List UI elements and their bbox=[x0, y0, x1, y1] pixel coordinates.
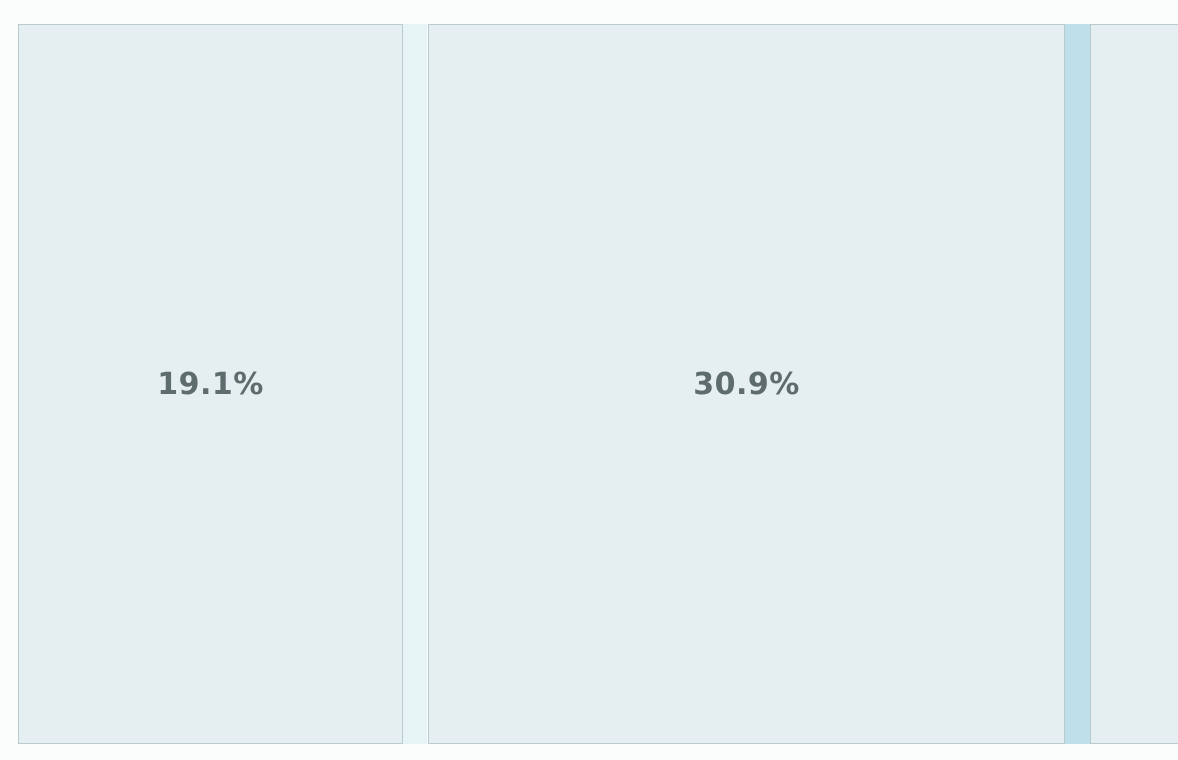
split-gutter-2[interactable] bbox=[1065, 24, 1090, 744]
pane-size-label: 30.9% bbox=[693, 366, 800, 402]
split-pane-2: 30.9% bbox=[428, 24, 1065, 744]
split-gutter-1[interactable] bbox=[403, 24, 427, 744]
split-pane-1: 19.1% bbox=[18, 24, 403, 744]
pane-size-label: 19.1% bbox=[157, 366, 264, 402]
split-pane-container: 19.1% 30.9% bbox=[18, 24, 1178, 744]
split-pane-3 bbox=[1090, 24, 1178, 744]
